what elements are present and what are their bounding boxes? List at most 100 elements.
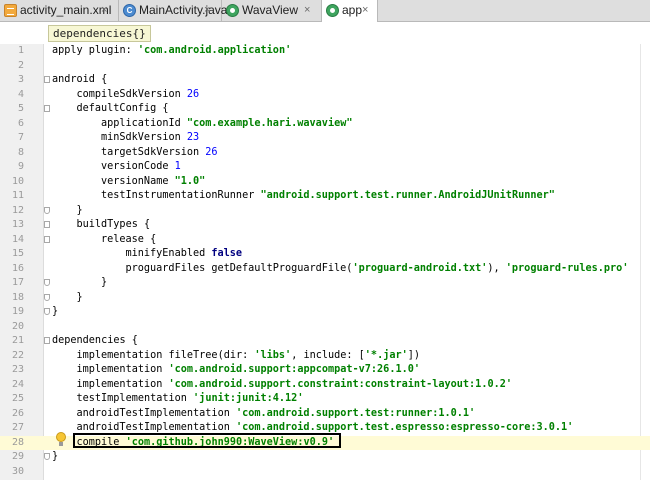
code-token: } xyxy=(52,451,59,462)
code-line[interactable]: 12} xyxy=(0,204,650,219)
fold-toggle-icon[interactable] xyxy=(44,337,50,344)
fold-end-icon[interactable] xyxy=(44,453,50,460)
code-text: implementation fileTree(dir: 'libs', inc… xyxy=(77,349,421,364)
line-number: 25 xyxy=(11,393,24,404)
line-number: 20 xyxy=(11,320,24,332)
code-line[interactable]: 23 implementation 'com.android.support:ap… xyxy=(0,363,650,378)
code-text: applicationId "com.example.hari.wavaview… xyxy=(101,117,352,132)
fold-toggle-icon[interactable] xyxy=(44,221,50,228)
fold-end-icon[interactable] xyxy=(44,308,50,315)
code-line[interactable]: 13 buildTypes { xyxy=(0,218,650,233)
code-line[interactable]: 6 applicationId "com.example.hari.wavavie… xyxy=(0,117,650,132)
code-text: } xyxy=(101,276,107,291)
fold-end-icon[interactable] xyxy=(44,206,50,214)
code-line[interactable]: 16 proguardFiles getDefaultProguardFile('… xyxy=(0,262,650,277)
breadcrumb[interactable]: dependencies{} xyxy=(48,25,151,42)
code-line[interactable]: 4 compileSdkVersion 26 xyxy=(0,88,650,103)
code-token: minifyEnabled xyxy=(125,248,212,259)
line-number: 12 xyxy=(11,204,24,216)
line-number: 29 xyxy=(11,451,24,462)
fold-toggle-icon[interactable] xyxy=(44,76,50,83)
code-line[interactable]: 10 versionName "1.0" xyxy=(0,175,650,190)
code-line[interactable]: 21 dependencies { xyxy=(0,334,650,349)
code-text: minSdkVersion 23 xyxy=(101,131,199,146)
code-token: "1.0" xyxy=(174,175,206,187)
line-number: 5 xyxy=(17,103,24,114)
code-line[interactable]: 14 release { xyxy=(0,233,650,248)
close-tab-icon[interactable]: × xyxy=(304,0,310,21)
code-token: 'com.android.support.test.espresso:espre… xyxy=(235,422,574,433)
code-line[interactable]: 17} xyxy=(0,276,650,291)
code-line[interactable]: 15 minifyEnabled false xyxy=(0,247,650,262)
code-text: minifyEnabled false xyxy=(126,247,243,262)
code-text: release { xyxy=(101,233,156,248)
line-number: 4 xyxy=(17,88,24,100)
line-number: 23 xyxy=(11,364,24,375)
code-line[interactable]: 25 testImplementation 'junit:junit:4.12' xyxy=(0,392,650,407)
code-line[interactable]: 2 xyxy=(0,59,650,74)
code-text: testInstrumentationRunner "android.suppo… xyxy=(101,189,555,204)
code-token: defaultConfig { xyxy=(76,103,169,114)
code-token: implementation fileTree(dir: xyxy=(76,349,255,361)
code-text: versionName "1.0" xyxy=(101,175,205,190)
line-number: 19 xyxy=(11,306,24,317)
close-tab-icon[interactable]: × xyxy=(101,0,107,21)
code-line[interactable]: 8 targetSdkVersion 26 xyxy=(0,146,650,161)
line-number: 13 xyxy=(11,219,24,230)
tab-1[interactable]: C MainActivity.java × xyxy=(119,0,227,21)
code-token: } xyxy=(52,306,59,317)
code-token: applicationId xyxy=(101,117,187,129)
code-token: ]) xyxy=(407,349,421,361)
code-text: } xyxy=(77,291,83,306)
code-token: 'proguard-android.txt' xyxy=(352,262,488,274)
code-text: compileSdkVersion 26 xyxy=(77,88,200,103)
tab-label: activity_main.xml xyxy=(20,3,112,17)
code-token: 26 xyxy=(205,146,218,158)
tab-0[interactable]: activity_main.xml × xyxy=(0,0,119,21)
code-text: targetSdkVersion 26 xyxy=(101,146,218,161)
code-token: buildTypes { xyxy=(76,219,151,230)
code-line[interactable]: 11 testInstrumentationRunner "android.sup… xyxy=(0,189,650,204)
code-text: testImplementation 'junit:junit:4.12' xyxy=(77,392,304,407)
line-number: 26 xyxy=(11,407,24,419)
code-token: } xyxy=(76,204,83,216)
code-token: testImplementation xyxy=(76,393,194,404)
code-text: buildTypes { xyxy=(77,218,151,233)
code-token: androidTestImplementation xyxy=(76,422,236,433)
code-line[interactable]: 1 apply plugin: 'com.android.application' xyxy=(0,44,650,59)
code-line[interactable]: 26 androidTestImplementation 'com.android… xyxy=(0,407,650,422)
code-text: proguardFiles getDefaultProguardFile('pr… xyxy=(126,262,629,277)
gradle-module-icon xyxy=(326,4,339,17)
line-number: 30 xyxy=(11,465,24,477)
tab-2[interactable]: WavaView × xyxy=(222,0,322,21)
line-number: 27 xyxy=(11,422,24,433)
code-line[interactable]: 5 defaultConfig { xyxy=(0,102,650,117)
code-token: 26 xyxy=(186,88,200,100)
close-tab-icon[interactable]: × xyxy=(362,0,368,21)
code-line[interactable]: 9 versionCode 1 xyxy=(0,160,650,175)
fold-end-icon[interactable] xyxy=(44,293,50,301)
line-number: 11 xyxy=(11,190,24,201)
code-line[interactable]: 7 minSdkVersion 23 xyxy=(0,131,650,146)
code-line[interactable]: 29} xyxy=(0,450,650,465)
line-number: 15 xyxy=(11,248,24,259)
code-line[interactable]: 22 implementation fileTree(dir: 'libs', i… xyxy=(0,349,650,364)
code-token: implementation xyxy=(76,378,169,390)
line-number: 22 xyxy=(11,349,24,361)
code-token: dependencies { xyxy=(52,335,138,346)
fold-end-icon[interactable] xyxy=(44,279,50,286)
intention-bulb-icon[interactable] xyxy=(56,432,66,446)
fold-toggle-icon[interactable] xyxy=(44,105,50,112)
fold-toggle-icon[interactable] xyxy=(44,235,50,243)
close-tab-icon[interactable]: × xyxy=(204,0,210,21)
code-line[interactable]: 3 android { xyxy=(0,73,650,88)
code-line[interactable]: 20 xyxy=(0,320,650,335)
code-text: apply plugin: 'com.android.application' xyxy=(52,44,291,59)
code-line[interactable]: 24 implementation 'com.android.support.co… xyxy=(0,378,650,393)
code-line[interactable]: 30 xyxy=(0,465,650,480)
code-line[interactable]: 18} xyxy=(0,291,650,306)
code-line[interactable]: 19} xyxy=(0,305,650,320)
tab-3[interactable]: app × xyxy=(322,0,378,22)
tab-label: app xyxy=(342,3,363,17)
breadcrumb-bar: dependencies{} xyxy=(0,22,650,44)
